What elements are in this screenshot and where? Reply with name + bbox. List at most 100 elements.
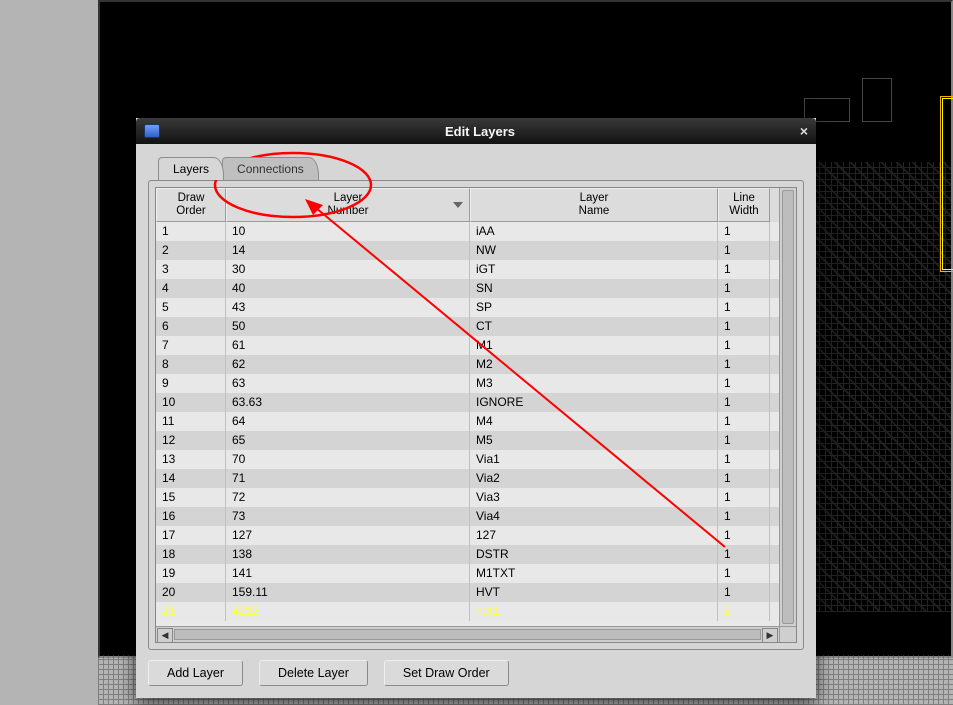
cell-width[interactable]: 1 xyxy=(718,355,770,374)
cell-name[interactable]: IGNORE xyxy=(470,393,718,412)
cell-order[interactable]: 19 xyxy=(156,564,226,583)
cell-number[interactable]: 40 xyxy=(226,279,470,298)
cell-number[interactable]: 72 xyxy=(226,488,470,507)
cell-order[interactable]: 14 xyxy=(156,469,226,488)
table-row[interactable]: 650CT1 xyxy=(156,317,779,336)
cell-width[interactable]: 1 xyxy=(718,260,770,279)
cell-width[interactable]: 1 xyxy=(718,526,770,545)
cell-order[interactable]: 5 xyxy=(156,298,226,317)
table-row[interactable]: 19141M1TXT1 xyxy=(156,564,779,583)
cell-width[interactable]: 1 xyxy=(718,507,770,526)
cell-name[interactable]: M5 xyxy=(470,431,718,450)
cell-name[interactable]: DSTR xyxy=(470,545,718,564)
table-row[interactable]: 963M31 xyxy=(156,374,779,393)
cell-order[interactable]: 15 xyxy=(156,488,226,507)
cell-number[interactable]: 61 xyxy=(226,336,470,355)
cell-number[interactable]: 71 xyxy=(226,469,470,488)
scrollbar-thumb[interactable] xyxy=(782,190,794,624)
cell-width[interactable]: 1 xyxy=(718,298,770,317)
horizontal-scrollbar[interactable]: ◀ ▶ xyxy=(156,626,779,642)
cell-order[interactable]: 16 xyxy=(156,507,226,526)
scroll-left-icon[interactable]: ◀ xyxy=(157,628,173,643)
cell-width[interactable]: 1 xyxy=(718,431,770,450)
cell-number[interactable]: 65 xyxy=(226,431,470,450)
cell-name[interactable]: M2 xyxy=(470,355,718,374)
column-header-layer-number[interactable]: LayerNumber xyxy=(226,188,470,222)
cell-name[interactable]: NW xyxy=(470,241,718,260)
table-row[interactable]: 1673Via41 xyxy=(156,507,779,526)
cell-width[interactable]: 1 xyxy=(718,450,770,469)
table-row[interactable]: 761M11 xyxy=(156,336,779,355)
cell-number[interactable]: 127 xyxy=(226,526,470,545)
cell-name[interactable]: M3 xyxy=(470,374,718,393)
dialog-titlebar[interactable]: Edit Layers × xyxy=(136,118,816,144)
cell-name[interactable]: Via3 xyxy=(470,488,718,507)
cell-width[interactable]: 2 xyxy=(718,602,770,621)
cell-width[interactable]: 1 xyxy=(718,222,770,241)
cell-number[interactable]: 73 xyxy=(226,507,470,526)
table-row[interactable]: 1265M51 xyxy=(156,431,779,450)
cell-name[interactable]: iAA xyxy=(470,222,718,241)
cell-number[interactable]: 14 xyxy=(226,241,470,260)
cell-name[interactable]: iGT xyxy=(470,260,718,279)
cell-name[interactable]: 127 xyxy=(470,526,718,545)
cell-order[interactable]: 13 xyxy=(156,450,226,469)
cell-width[interactable]: 1 xyxy=(718,393,770,412)
scrollbar-thumb[interactable] xyxy=(174,629,761,640)
cell-width[interactable]: 1 xyxy=(718,279,770,298)
cell-number[interactable]: 159.11 xyxy=(226,583,470,602)
cell-order[interactable]: 1 xyxy=(156,222,226,241)
cell-width[interactable]: 1 xyxy=(718,336,770,355)
cell-name[interactable]: CT xyxy=(470,317,718,336)
table-row[interactable]: 171271271 xyxy=(156,526,779,545)
cell-order[interactable]: 8 xyxy=(156,355,226,374)
cell-order[interactable]: 18 xyxy=(156,545,226,564)
cell-name[interactable]: net1 xyxy=(470,602,718,621)
add-layer-button[interactable]: Add Layer xyxy=(148,660,243,686)
table-row[interactable]: 18138DSTR1 xyxy=(156,545,779,564)
cell-number[interactable]: 63.63 xyxy=(226,393,470,412)
cell-number[interactable]: 30 xyxy=(226,260,470,279)
table-row[interactable]: 214NW1 xyxy=(156,241,779,260)
cell-width[interactable]: 1 xyxy=(718,241,770,260)
cell-width[interactable]: 1 xyxy=(718,488,770,507)
set-draw-order-button[interactable]: Set Draw Order xyxy=(384,660,509,686)
cell-order[interactable]: 4 xyxy=(156,279,226,298)
cell-order[interactable]: 12 xyxy=(156,431,226,450)
cell-number[interactable]: 62 xyxy=(226,355,470,374)
cell-order[interactable]: 7 xyxy=(156,336,226,355)
cell-name[interactable]: Via1 xyxy=(470,450,718,469)
cell-number[interactable]: 70 xyxy=(226,450,470,469)
cell-order[interactable]: 3 xyxy=(156,260,226,279)
table-row[interactable]: 20159.11HVT1 xyxy=(156,583,779,602)
table-row[interactable]: 330iGT1 xyxy=(156,260,779,279)
cell-width[interactable]: 1 xyxy=(718,545,770,564)
cell-width[interactable]: 1 xyxy=(718,469,770,488)
table-row[interactable]: 543SP1 xyxy=(156,298,779,317)
cell-width[interactable]: 1 xyxy=(718,564,770,583)
cell-width[interactable]: 1 xyxy=(718,583,770,602)
table-row[interactable]: 440SN1 xyxy=(156,279,779,298)
cell-name[interactable]: SN xyxy=(470,279,718,298)
cell-width[interactable]: 1 xyxy=(718,412,770,431)
cell-name[interactable]: M1TXT xyxy=(470,564,718,583)
cell-order[interactable]: 11 xyxy=(156,412,226,431)
cell-order[interactable]: 17 xyxy=(156,526,226,545)
table-row[interactable]: 862M21 xyxy=(156,355,779,374)
cell-order[interactable]: 9 xyxy=(156,374,226,393)
cell-number[interactable]: 63 xyxy=(226,374,470,393)
column-header-draw-order[interactable]: DrawOrder xyxy=(156,188,226,222)
cell-width[interactable]: 1 xyxy=(718,374,770,393)
cell-number[interactable]: 64 xyxy=(226,412,470,431)
table-row[interactable]: 1572Via31 xyxy=(156,488,779,507)
vertical-scrollbar[interactable] xyxy=(779,188,796,626)
table-row[interactable]: 1471Via21 xyxy=(156,469,779,488)
column-header-line-width[interactable]: LineWidth xyxy=(718,188,770,222)
table-row[interactable]: 1063.63IGNORE1 xyxy=(156,393,779,412)
table-row[interactable]: 1370Via11 xyxy=(156,450,779,469)
cell-number[interactable]: 10 xyxy=(226,222,470,241)
close-icon[interactable]: × xyxy=(792,123,816,139)
cell-number[interactable]: 4222 xyxy=(226,602,470,621)
column-header-layer-name[interactable]: LayerName xyxy=(470,188,718,222)
cell-name[interactable]: Via2 xyxy=(470,469,718,488)
